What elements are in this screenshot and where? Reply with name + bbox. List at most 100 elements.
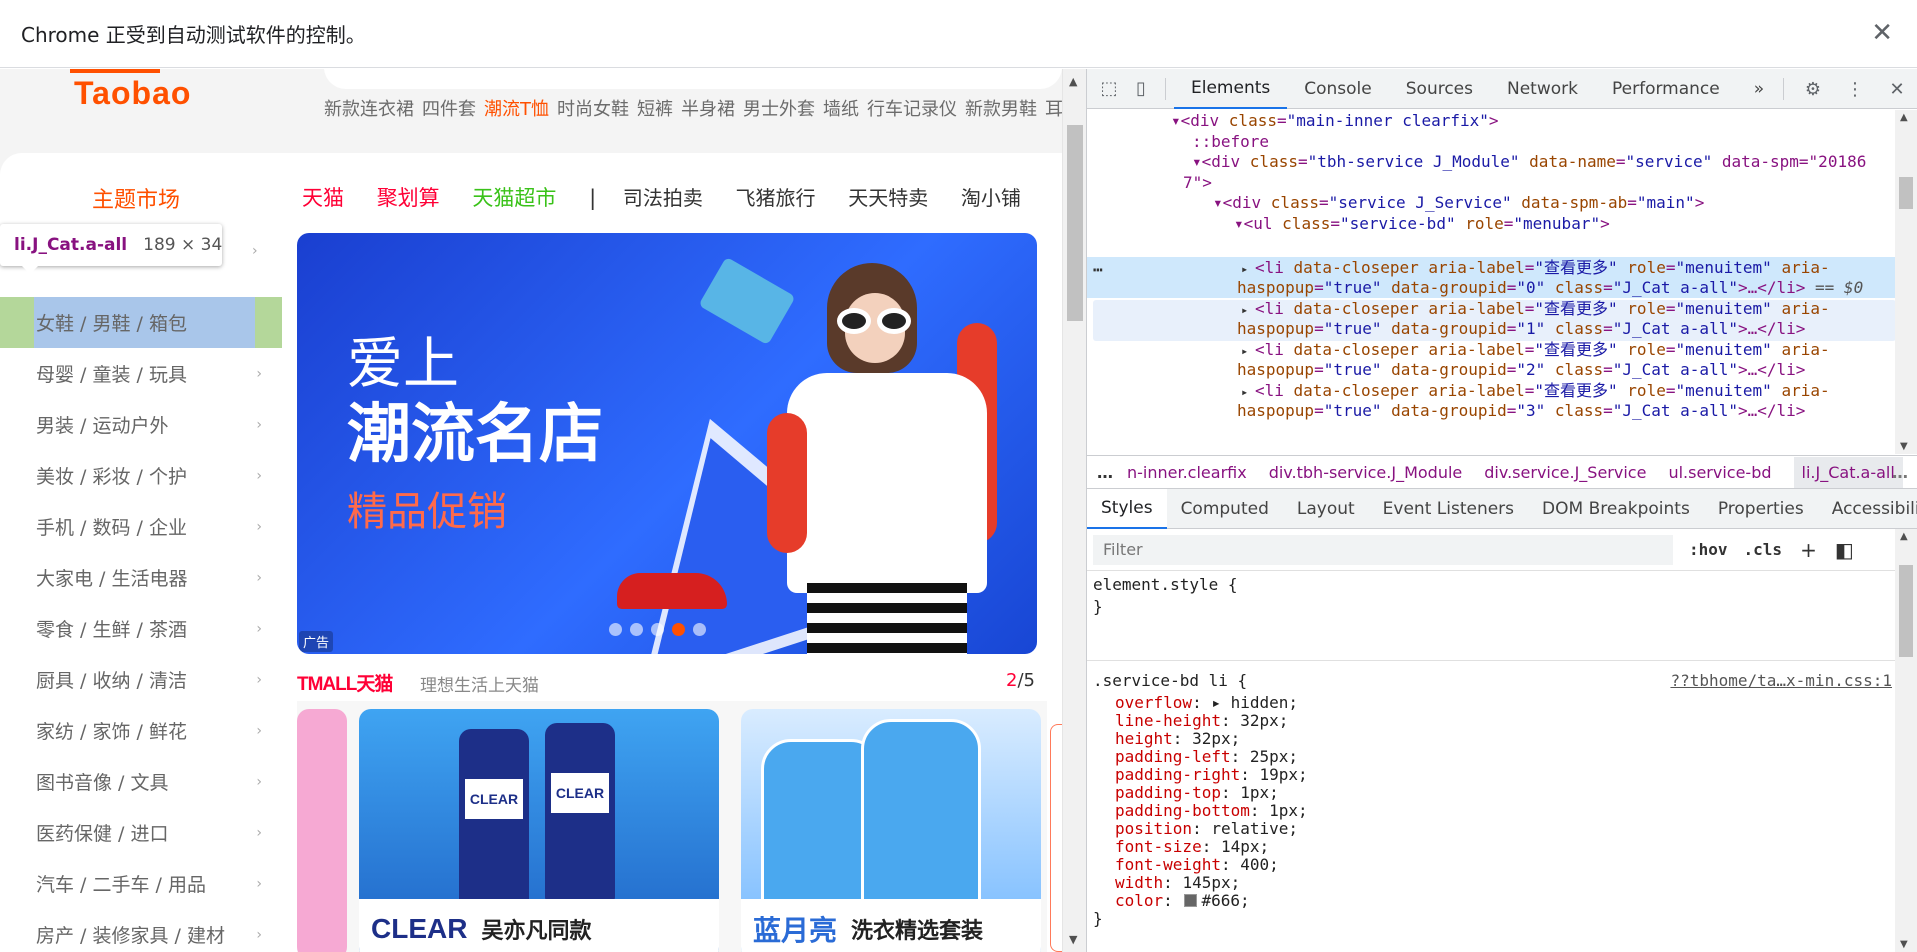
tab-console[interactable]: Console bbox=[1287, 69, 1389, 109]
subtab-accessibility[interactable]: Accessibility bbox=[1818, 489, 1917, 529]
subtab-computed[interactable]: Computed bbox=[1167, 489, 1283, 529]
taobao-logo[interactable]: Taobao bbox=[74, 75, 191, 112]
styles-filter-input[interactable]: Filter bbox=[1093, 534, 1673, 565]
tab-network[interactable]: Network bbox=[1490, 69, 1595, 109]
breadcrumb-item[interactable]: div.tbh-service.J_Module bbox=[1269, 463, 1463, 482]
toggle-sidebar-icon[interactable]: ◧ bbox=[1835, 538, 1854, 562]
channel-tiantian[interactable]: 天天特卖 bbox=[848, 186, 928, 210]
hov-toggle[interactable]: :hov bbox=[1689, 540, 1728, 559]
subtab-event-listeners[interactable]: Event Listeners bbox=[1369, 489, 1528, 529]
css-value[interactable]: #666 bbox=[1201, 891, 1240, 910]
category-item[interactable]: 医药保健 / 进口 › bbox=[0, 807, 282, 858]
subtab-dom-breakpoints[interactable]: DOM Breakpoints bbox=[1528, 489, 1704, 529]
dom-node-line[interactable]: ▾<ul class="service-bd" role="menubar"> bbox=[1234, 214, 1610, 235]
category-item[interactable]: 美妆 / 彩妆 / 个护 › bbox=[0, 450, 282, 501]
settings-gear-icon[interactable]: ⚙ bbox=[1792, 69, 1834, 109]
category-title[interactable]: 主题市场 bbox=[92, 182, 180, 214]
scrollbar-thumb[interactable] bbox=[1067, 125, 1083, 321]
breadcrumb-overflow-icon[interactable]: … bbox=[1097, 463, 1113, 482]
dom-li-node[interactable]: ▸ <li data-closeper aria-label="查看更多" rol… bbox=[1241, 299, 1830, 321]
device-toolbar-icon[interactable]: ▯ bbox=[1125, 69, 1157, 109]
category-item[interactable]: 大家电 / 生活电器 › bbox=[0, 552, 282, 603]
hotword-link[interactable]: 新款男鞋 bbox=[965, 99, 1037, 120]
dom-node-line[interactable]: ▾<div class="service J_Service" data-spm… bbox=[1213, 193, 1704, 214]
css-value[interactable]: 400 bbox=[1240, 855, 1269, 874]
close-devtools-icon[interactable]: ✕ bbox=[1876, 69, 1917, 109]
category-item[interactable]: 母婴 / 童装 / 玩具 › bbox=[0, 348, 282, 399]
subtab-layout[interactable]: Layout bbox=[1283, 489, 1369, 529]
kebab-menu-icon[interactable]: ⋮ bbox=[1834, 69, 1876, 109]
tab-sources[interactable]: Sources bbox=[1389, 69, 1490, 109]
page-scrollbar[interactable]: ▲ ▼ bbox=[1062, 69, 1086, 952]
category-item[interactable]: 男装 / 运动户外 › bbox=[0, 399, 282, 450]
dom-li-node-cont[interactable]: haspopup="true" data-groupid="2" class="… bbox=[1237, 360, 1805, 381]
breadcrumb-item[interactable]: div.service.J_Service bbox=[1484, 463, 1646, 482]
dom-node-line[interactable]: ▾<div class="main-inner clearfix"> bbox=[1171, 111, 1499, 132]
inspect-element-icon[interactable]: ⬚ bbox=[1093, 69, 1125, 109]
tab-elements[interactable]: Elements bbox=[1174, 69, 1288, 109]
dom-tree[interactable]: ⋯ ▾<div class="main-inner clearfix">::be… bbox=[1087, 110, 1917, 454]
css-declaration[interactable]: color: #666; bbox=[1115, 890, 1250, 912]
dom-li-node-cont[interactable]: haspopup="true" data-groupid="0" class="… bbox=[1237, 278, 1863, 299]
dom-li-node-cont[interactable]: haspopup="true" data-groupid="1" class="… bbox=[1237, 319, 1805, 340]
css-property[interactable]: color bbox=[1115, 891, 1163, 910]
category-item[interactable]: 手机 / 数码 / 企业 › bbox=[0, 501, 282, 552]
carousel-dot[interactable] bbox=[693, 623, 706, 636]
hotword-link[interactable]: 四件套 bbox=[422, 99, 476, 120]
hotword-link[interactable]: 短裤 bbox=[637, 99, 673, 120]
hotword-link[interactable]: 行车记录仪 bbox=[867, 99, 957, 120]
color-swatch[interactable] bbox=[1184, 894, 1198, 907]
channel-feizhu[interactable]: 飞猪旅行 bbox=[736, 186, 816, 210]
breadcrumb-item[interactable]: ul.service-bd bbox=[1668, 463, 1771, 482]
cls-toggle[interactable]: .cls bbox=[1744, 540, 1783, 559]
close-icon[interactable]: ✕ bbox=[1871, 18, 1893, 48]
rule-selector[interactable]: .service-bd li { bbox=[1093, 670, 1247, 692]
channel-taoxiaopu[interactable]: 淘小铺 bbox=[961, 186, 1021, 210]
carousel-dot[interactable] bbox=[609, 623, 622, 636]
promo-banner[interactable]: 爱上 潮流名店 精品促销 广告 bbox=[297, 233, 1037, 654]
scroll-down-icon[interactable]: ▼ bbox=[1069, 933, 1077, 946]
dom-li-node[interactable]: ▸ <li data-closeper aria-label="查看更多" rol… bbox=[1241, 258, 1830, 280]
css-value[interactable]: 32px bbox=[1240, 711, 1279, 730]
hotword-link[interactable]: 时尚女鞋 bbox=[557, 99, 629, 120]
product-card-partial[interactable] bbox=[297, 709, 347, 952]
dom-node-line[interactable]: 7"> bbox=[1183, 173, 1212, 194]
dom-li-node[interactable]: ▸ <li data-closeper aria-label="查看更多" rol… bbox=[1241, 340, 1830, 362]
search-bar[interactable] bbox=[324, 69, 1062, 89]
styles-scrollbar[interactable]: ▲ ▼ bbox=[1895, 529, 1917, 952]
carousel-dot[interactable] bbox=[651, 623, 664, 636]
category-item[interactable]: 零食 / 生鲜 / 茶酒 › bbox=[0, 603, 282, 654]
dom-node-line[interactable]: ::before bbox=[1192, 132, 1269, 153]
channel-sifa[interactable]: 司法拍卖 bbox=[623, 186, 703, 210]
carousel-dot[interactable] bbox=[630, 623, 643, 636]
dom-li-node[interactable]: ▸ <li data-closeper aria-label="查看更多" rol… bbox=[1241, 381, 1830, 403]
hotword-link[interactable]: 新款连衣裙 bbox=[324, 99, 414, 120]
product-card-clear[interactable]: CLEAR CLEAR CLEAR 吴亦凡同款 bbox=[359, 709, 719, 952]
element-style-rule[interactable]: element.style { bbox=[1093, 574, 1238, 596]
node-actions-ellipsis[interactable]: ⋯ bbox=[1093, 260, 1103, 281]
dom-scrollbar[interactable]: ▲ ▼ bbox=[1895, 110, 1917, 454]
dom-li-node-cont[interactable]: haspopup="true" data-groupid="3" class="… bbox=[1237, 401, 1805, 422]
subtab-styles[interactable]: Styles bbox=[1087, 488, 1167, 529]
hotword-link[interactable]: 耳机 bbox=[1045, 99, 1062, 120]
tab-performance[interactable]: Performance bbox=[1595, 69, 1737, 109]
category-item[interactable]: 女鞋 / 男鞋 / 箱包 › bbox=[0, 297, 282, 348]
category-item[interactable]: 家纺 / 家饰 / 鲜花 › bbox=[0, 705, 282, 756]
carousel-dot[interactable] bbox=[672, 623, 685, 636]
hotword-link[interactable]: 男士外套 bbox=[743, 99, 815, 120]
category-item[interactable]: 房产 / 装修家具 / 建材 › bbox=[0, 909, 282, 952]
product-card-bluemoon[interactable]: 蓝月亮 洗衣精选套装 bbox=[741, 709, 1041, 952]
dom-node-line[interactable]: ▾<div class="tbh-service J_Module" data-… bbox=[1192, 152, 1866, 173]
category-item[interactable]: 厨具 / 收纳 / 清洁 › bbox=[0, 654, 282, 705]
channel-tmall[interactable]: 天猫 bbox=[302, 186, 344, 210]
subtab-properties[interactable]: Properties bbox=[1704, 489, 1818, 529]
rule-source-link[interactable]: ??tbhome/ta…x-min.css:1 bbox=[1670, 670, 1892, 692]
scroll-up-icon[interactable]: ▲ bbox=[1069, 75, 1077, 88]
hotword-link[interactable]: 半身裙 bbox=[681, 99, 735, 120]
breadcrumb-more-icon[interactable]: … bbox=[1892, 463, 1908, 482]
tmall-logo[interactable]: TMALL天猫 bbox=[297, 669, 393, 696]
breadcrumb-item[interactable]: li.J_Cat.a-all bbox=[1793, 456, 1903, 488]
new-rule-plus-icon[interactable]: + bbox=[1800, 538, 1817, 562]
channel-chaoshi[interactable]: 天猫超市 bbox=[472, 186, 556, 210]
category-item[interactable]: 汽车 / 二手车 / 用品 › bbox=[0, 858, 282, 909]
